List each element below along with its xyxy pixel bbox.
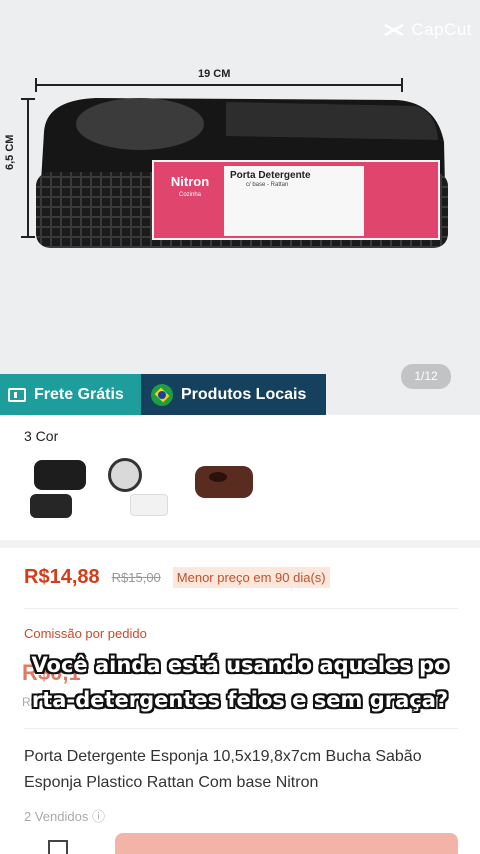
- capcut-logo-icon: [384, 23, 404, 37]
- width-dimension-label: 19 CM: [198, 68, 231, 80]
- watermark-text: CapCut: [411, 20, 472, 39]
- section-divider: [0, 540, 480, 548]
- brand-subtitle: Cozinha: [178, 192, 201, 198]
- capcut-watermark: CapCut: [383, 20, 472, 40]
- label-subtitle: c/ base - Rattan: [246, 182, 289, 188]
- buy-button[interactable]: [115, 833, 458, 854]
- local-products-badge[interactable]: Produtos Locais: [141, 374, 326, 415]
- label-panel: Porta Detergente c/ base - Rattan: [224, 166, 364, 236]
- original-price: R$15,00: [111, 570, 161, 585]
- price-row: R$14,88 R$15,00 Menor preço em 90 dia(s): [24, 566, 330, 589]
- image-counter: 1/12: [401, 364, 451, 389]
- lowest-price-badge: Menor preço em 90 dia(s): [172, 567, 330, 588]
- width-dimension-line: [35, 78, 403, 92]
- product-label: Nitron Cozinha Porta Detergente c/ base …: [152, 160, 440, 240]
- caption-line-1: Você ainda está usando aqueles po: [31, 653, 449, 677]
- commission-label: Comissão por pedido: [24, 626, 147, 641]
- local-products-label: Produtos Locais: [181, 385, 307, 403]
- free-shipping-label: Frete Grátis: [34, 385, 124, 403]
- brand-name: Nitron: [170, 174, 210, 189]
- brand-logo: Nitron Cozinha: [160, 174, 220, 198]
- variant-black[interactable]: [24, 452, 100, 524]
- brazil-flag-icon: [151, 383, 173, 406]
- label-title: Porta Detergente: [230, 170, 311, 181]
- variant-count-label: 3 Cor: [24, 428, 59, 444]
- height-dimension-label: 6,5 CM: [4, 134, 16, 170]
- video-caption: Você ainda está usando aqueles po rta-de…: [0, 648, 480, 718]
- caption-line-2: rta-detergentes feios e sem graça?: [31, 688, 449, 712]
- truck-icon: [8, 387, 26, 402]
- product-title: Porta Detergente Esponja 10,5x19,8x7cm B…: [24, 748, 422, 791]
- height-dimension-line: [21, 98, 35, 238]
- current-price: R$14,88: [24, 566, 100, 588]
- badge-bar: Frete Grátis Produtos Locais: [0, 374, 326, 415]
- free-shipping-badge[interactable]: Frete Grátis: [0, 374, 141, 415]
- separator: [24, 608, 458, 609]
- variant-white[interactable]: [100, 452, 176, 524]
- variant-brown[interactable]: [187, 452, 263, 524]
- separator: [24, 728, 458, 729]
- product-image[interactable]: CapCut 19 CM 6,5 CM Nitron Cozinha Porta…: [0, 0, 480, 415]
- sold-count: 2 Vendidos ⓘ: [24, 809, 105, 824]
- store-icon[interactable]: [48, 840, 68, 854]
